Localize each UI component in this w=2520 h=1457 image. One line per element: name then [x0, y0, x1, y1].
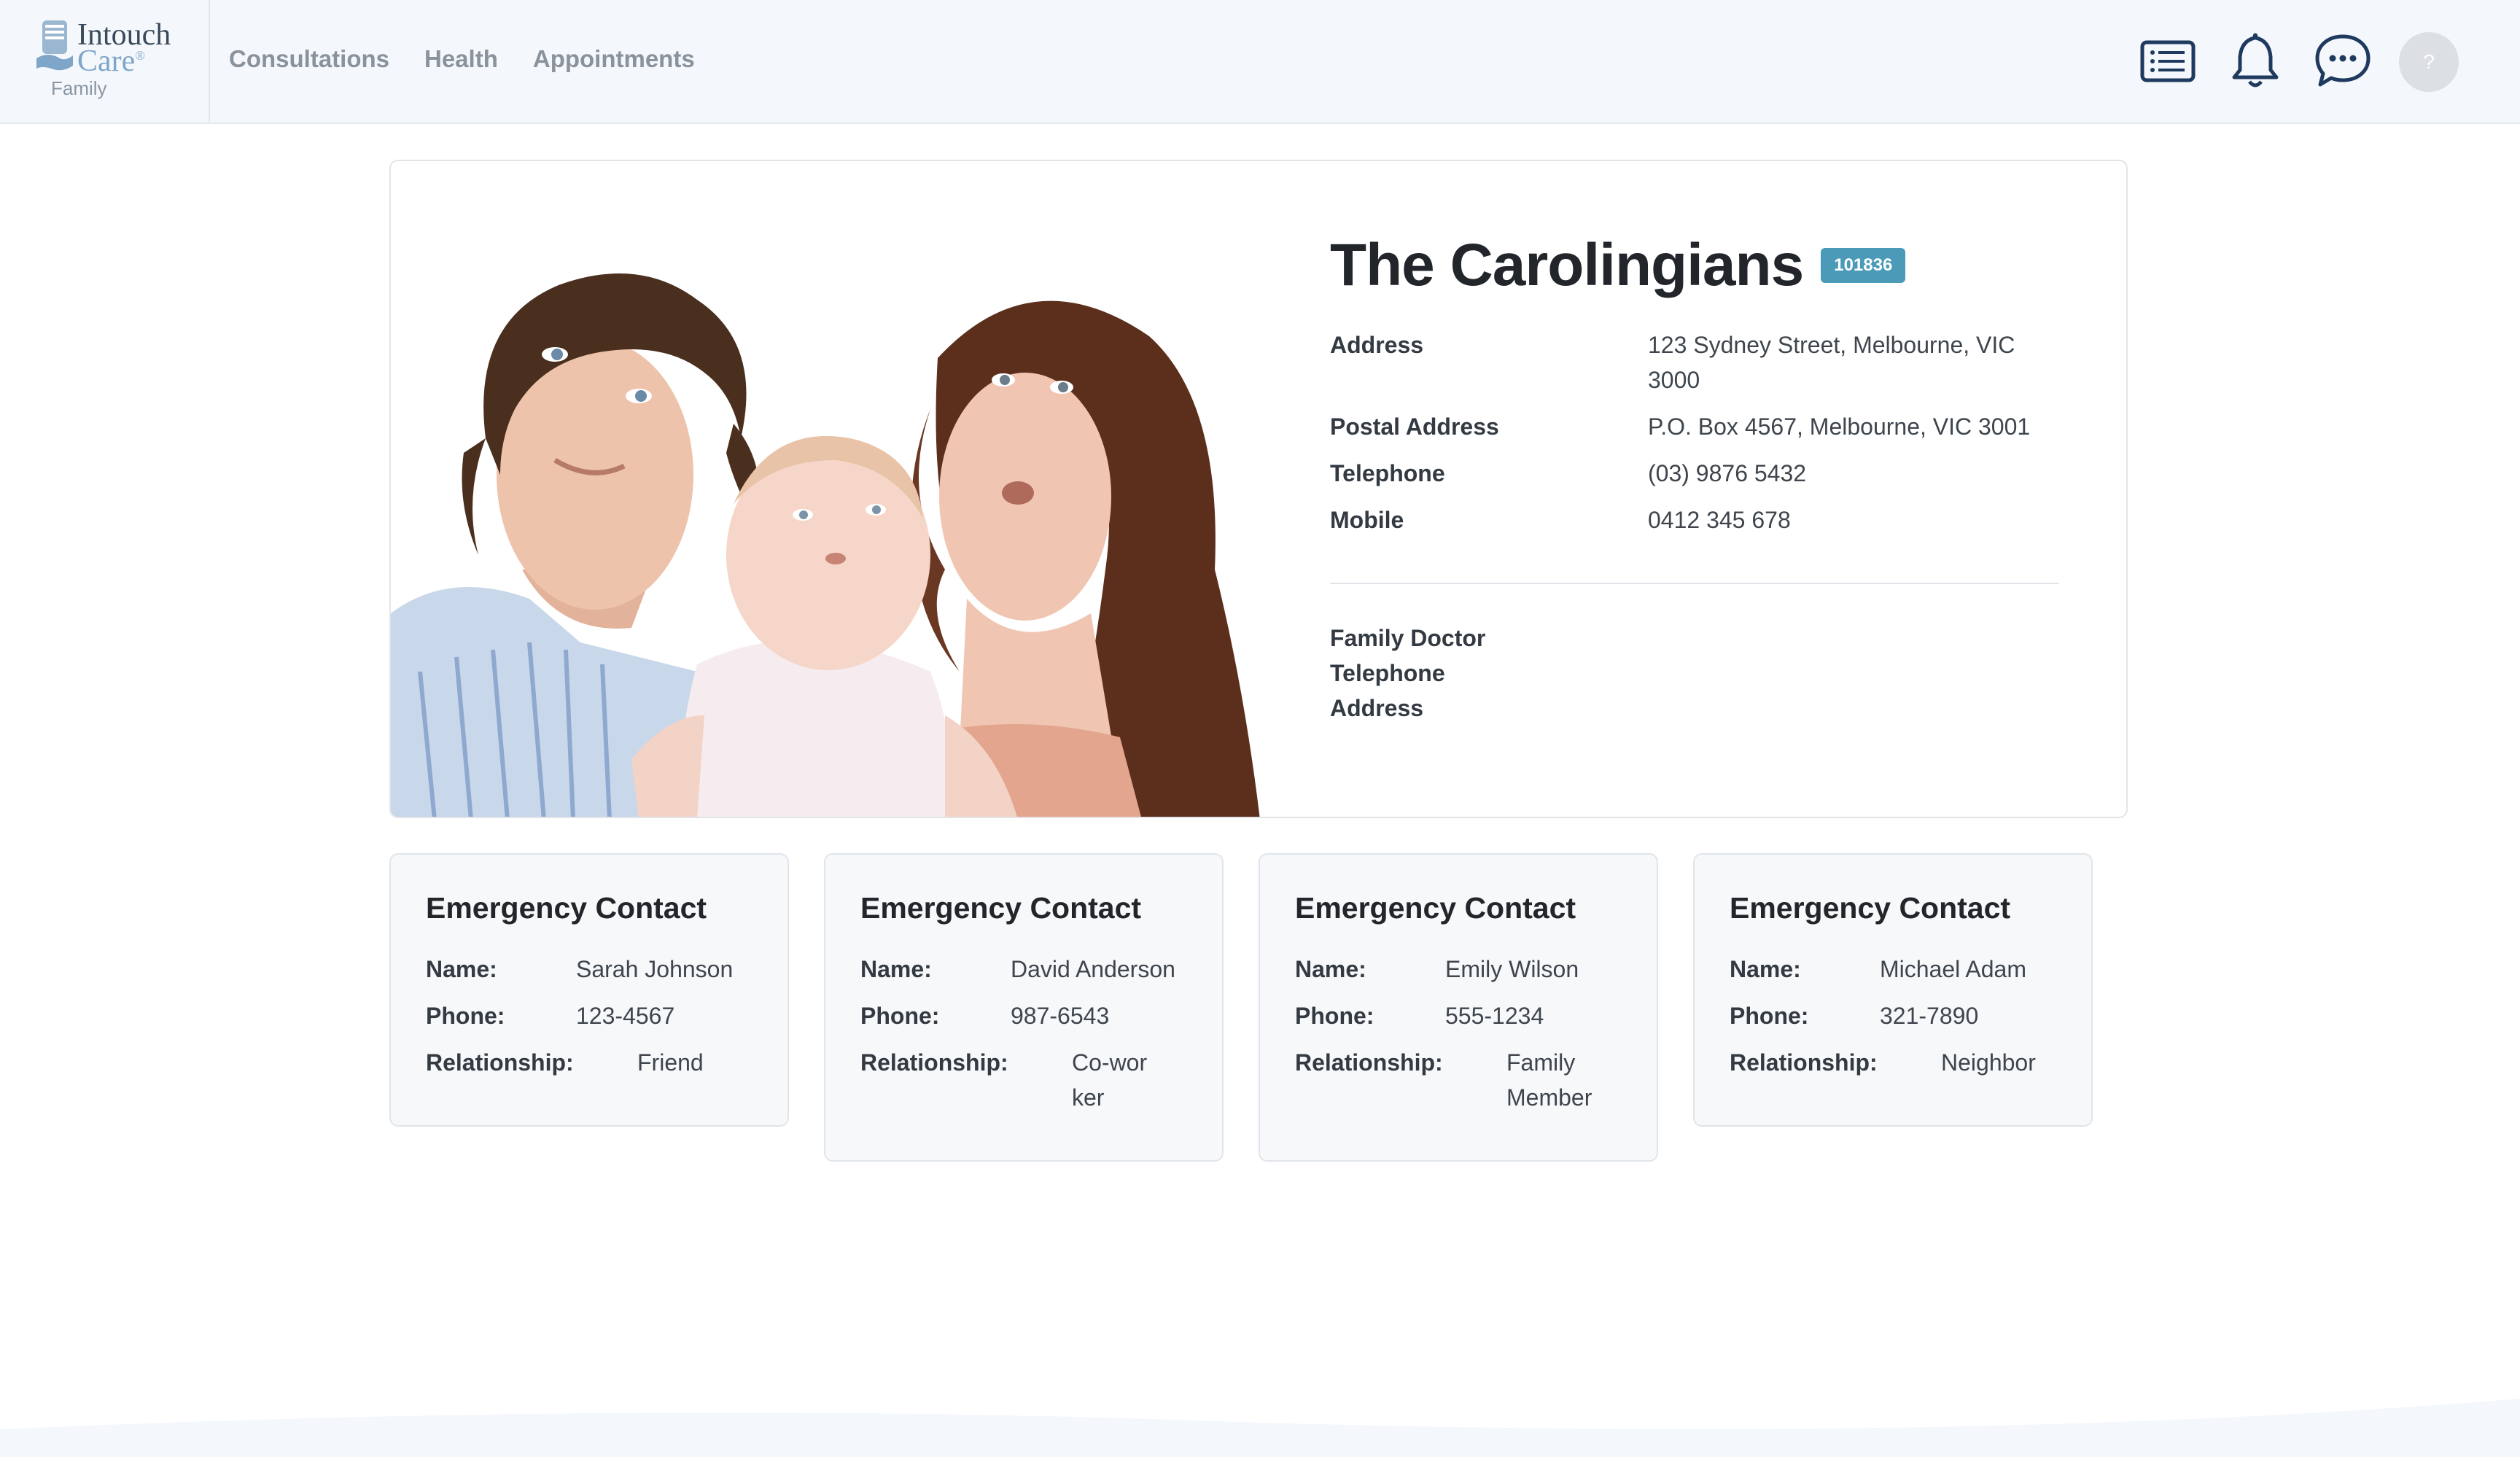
ec-name-label: Name:: [860, 956, 932, 982]
logo-text-care: Care®: [77, 44, 145, 78]
family-doctor-label: Family Doctor: [1330, 625, 1486, 651]
main-nav: Consultations Health Appointments: [229, 45, 695, 73]
ec-relationship-label: Relationship:: [1730, 1049, 1878, 1076]
ec-name-row: Name: David Anderson: [860, 952, 1189, 987]
emergency-contact-title: Emergency Contact: [1730, 891, 2011, 925]
ec-phone-value: 987-6543: [1011, 1003, 1110, 1029]
ec-relationship-label: Relationship:: [426, 1049, 574, 1076]
footer-wave: [0, 1399, 2520, 1457]
emergency-contact-title: Emergency Contact: [426, 891, 707, 925]
ec-relationship-value: Friend: [637, 1049, 704, 1076]
ec-name-label: Name:: [1295, 956, 1366, 982]
ec-phone-value: 123-4567: [576, 1003, 675, 1029]
ec-phone-label: Phone:: [860, 1003, 940, 1029]
family-id-badge: 101836: [1821, 248, 1906, 283]
ec-phone-label: Phone:: [426, 1003, 505, 1029]
doctor-telephone-label: Telephone: [1330, 660, 1445, 686]
ec-relationship-row: Relationship: Neighbor: [1730, 1045, 2058, 1080]
telephone-value: (03) 9876 5432: [1648, 460, 1807, 486]
emergency-contact-title: Emergency Contact: [1295, 891, 1576, 925]
top-bar: Intouch Care® Family Consultations Healt…: [0, 0, 2520, 124]
emergency-contact-card: Emergency Contact Name: David Anderson P…: [824, 853, 1224, 1162]
ec-phone-row: Phone: 123-4567: [426, 998, 754, 1033]
postal-address-value: P.O. Box 4567, Melbourne, VIC 3001: [1648, 413, 2031, 440]
ec-name-row: Name: Emily Wilson: [1295, 952, 1623, 987]
emergency-contact-title: Emergency Contact: [860, 891, 1142, 925]
divider: [1330, 583, 2059, 584]
family-details: The Carolingians 101836 Address 123 Sydn…: [1330, 161, 2088, 817]
ec-phone-label: Phone:: [1295, 1003, 1374, 1029]
list-icon[interactable]: [2135, 28, 2201, 93]
ec-name-value: Michael Adam: [1880, 956, 2026, 982]
ec-relationship-row: Relationship: Co-worker: [860, 1045, 1189, 1115]
ec-relationship-label: Relationship:: [860, 1049, 1008, 1076]
ec-name-row: Name: Sarah Johnson: [426, 952, 754, 987]
info-row-telephone: Telephone (03) 9876 5432: [1330, 456, 2059, 491]
logo-subtitle: Family: [51, 77, 107, 99]
ec-name-value: Sarah Johnson: [576, 956, 734, 982]
mobile-label: Mobile: [1330, 507, 1404, 533]
ec-phone-value: 321-7890: [1880, 1003, 1979, 1029]
ec-phone-row: Phone: 987-6543: [860, 998, 1189, 1033]
family-name: The Carolingians: [1330, 232, 1804, 298]
ec-phone-label: Phone:: [1730, 1003, 1809, 1029]
ec-phone-value: 555-1234: [1445, 1003, 1544, 1029]
nav-appointments[interactable]: Appointments: [533, 45, 695, 73]
ec-phone-row: Phone: 555-1234: [1295, 998, 1623, 1033]
info-row-mobile: Mobile 0412 345 678: [1330, 502, 2059, 537]
address-label: Address: [1330, 332, 1424, 358]
postal-address-label: Postal Address: [1330, 413, 1499, 440]
emergency-contact-card: Emergency Contact Name: Emily Wilson Pho…: [1259, 853, 1658, 1162]
family-photo: [391, 161, 1260, 817]
ec-name-label: Name:: [1730, 956, 1801, 982]
ec-name-label: Name:: [426, 956, 497, 982]
nav-consultations[interactable]: Consultations: [229, 45, 389, 73]
family-contact-info: Address 123 Sydney Street, Melbourne, VI…: [1330, 327, 2059, 549]
info-row-address: Address 123 Sydney Street, Melbourne, VI…: [1330, 327, 2059, 397]
mobile-value: 0412 345 678: [1648, 507, 1791, 533]
ec-relationship-label: Relationship:: [1295, 1049, 1443, 1076]
logo[interactable]: Intouch Care® Family: [0, 0, 210, 124]
telephone-label: Telephone: [1330, 460, 1445, 486]
doctor-address-label: Address: [1330, 695, 1424, 721]
ec-relationship-value: Family Member: [1506, 1049, 1592, 1111]
ec-relationship-value: Co-worker: [1072, 1049, 1148, 1111]
ec-relationship-value: Neighbor: [1941, 1049, 2036, 1076]
ec-name-row: Name: Michael Adam: [1730, 952, 2058, 987]
bell-icon[interactable]: [2222, 28, 2288, 93]
family-profile-card: The Carolingians 101836 Address 123 Sydn…: [389, 160, 2128, 818]
logo-registered: ®: [135, 48, 145, 63]
nav-health[interactable]: Health: [424, 45, 498, 73]
chat-icon[interactable]: [2310, 28, 2376, 93]
info-row-postal-address: Postal Address P.O. Box 4567, Melbourne,…: [1330, 409, 2059, 444]
ec-name-value: Emily Wilson: [1445, 956, 1579, 982]
ec-relationship-row: Relationship: Family Member: [1295, 1045, 1623, 1115]
user-avatar[interactable]: ?: [2399, 32, 2459, 92]
ec-phone-row: Phone: 321-7890: [1730, 998, 2058, 1033]
family-doctor-section: Family Doctor Telephone Address: [1330, 621, 1485, 726]
logo-mark-icon: [36, 20, 73, 71]
ec-relationship-row: Relationship: Friend: [426, 1045, 754, 1080]
ec-name-value: David Anderson: [1011, 956, 1175, 982]
address-value: 123 Sydney Street, Melbourne, VIC 3000: [1648, 332, 2015, 393]
emergency-contact-card: Emergency Contact Name: Michael Adam Pho…: [1693, 853, 2093, 1127]
family-title-row: The Carolingians 101836: [1330, 231, 1906, 300]
emergency-contact-card: Emergency Contact Name: Sarah Johnson Ph…: [389, 853, 789, 1127]
